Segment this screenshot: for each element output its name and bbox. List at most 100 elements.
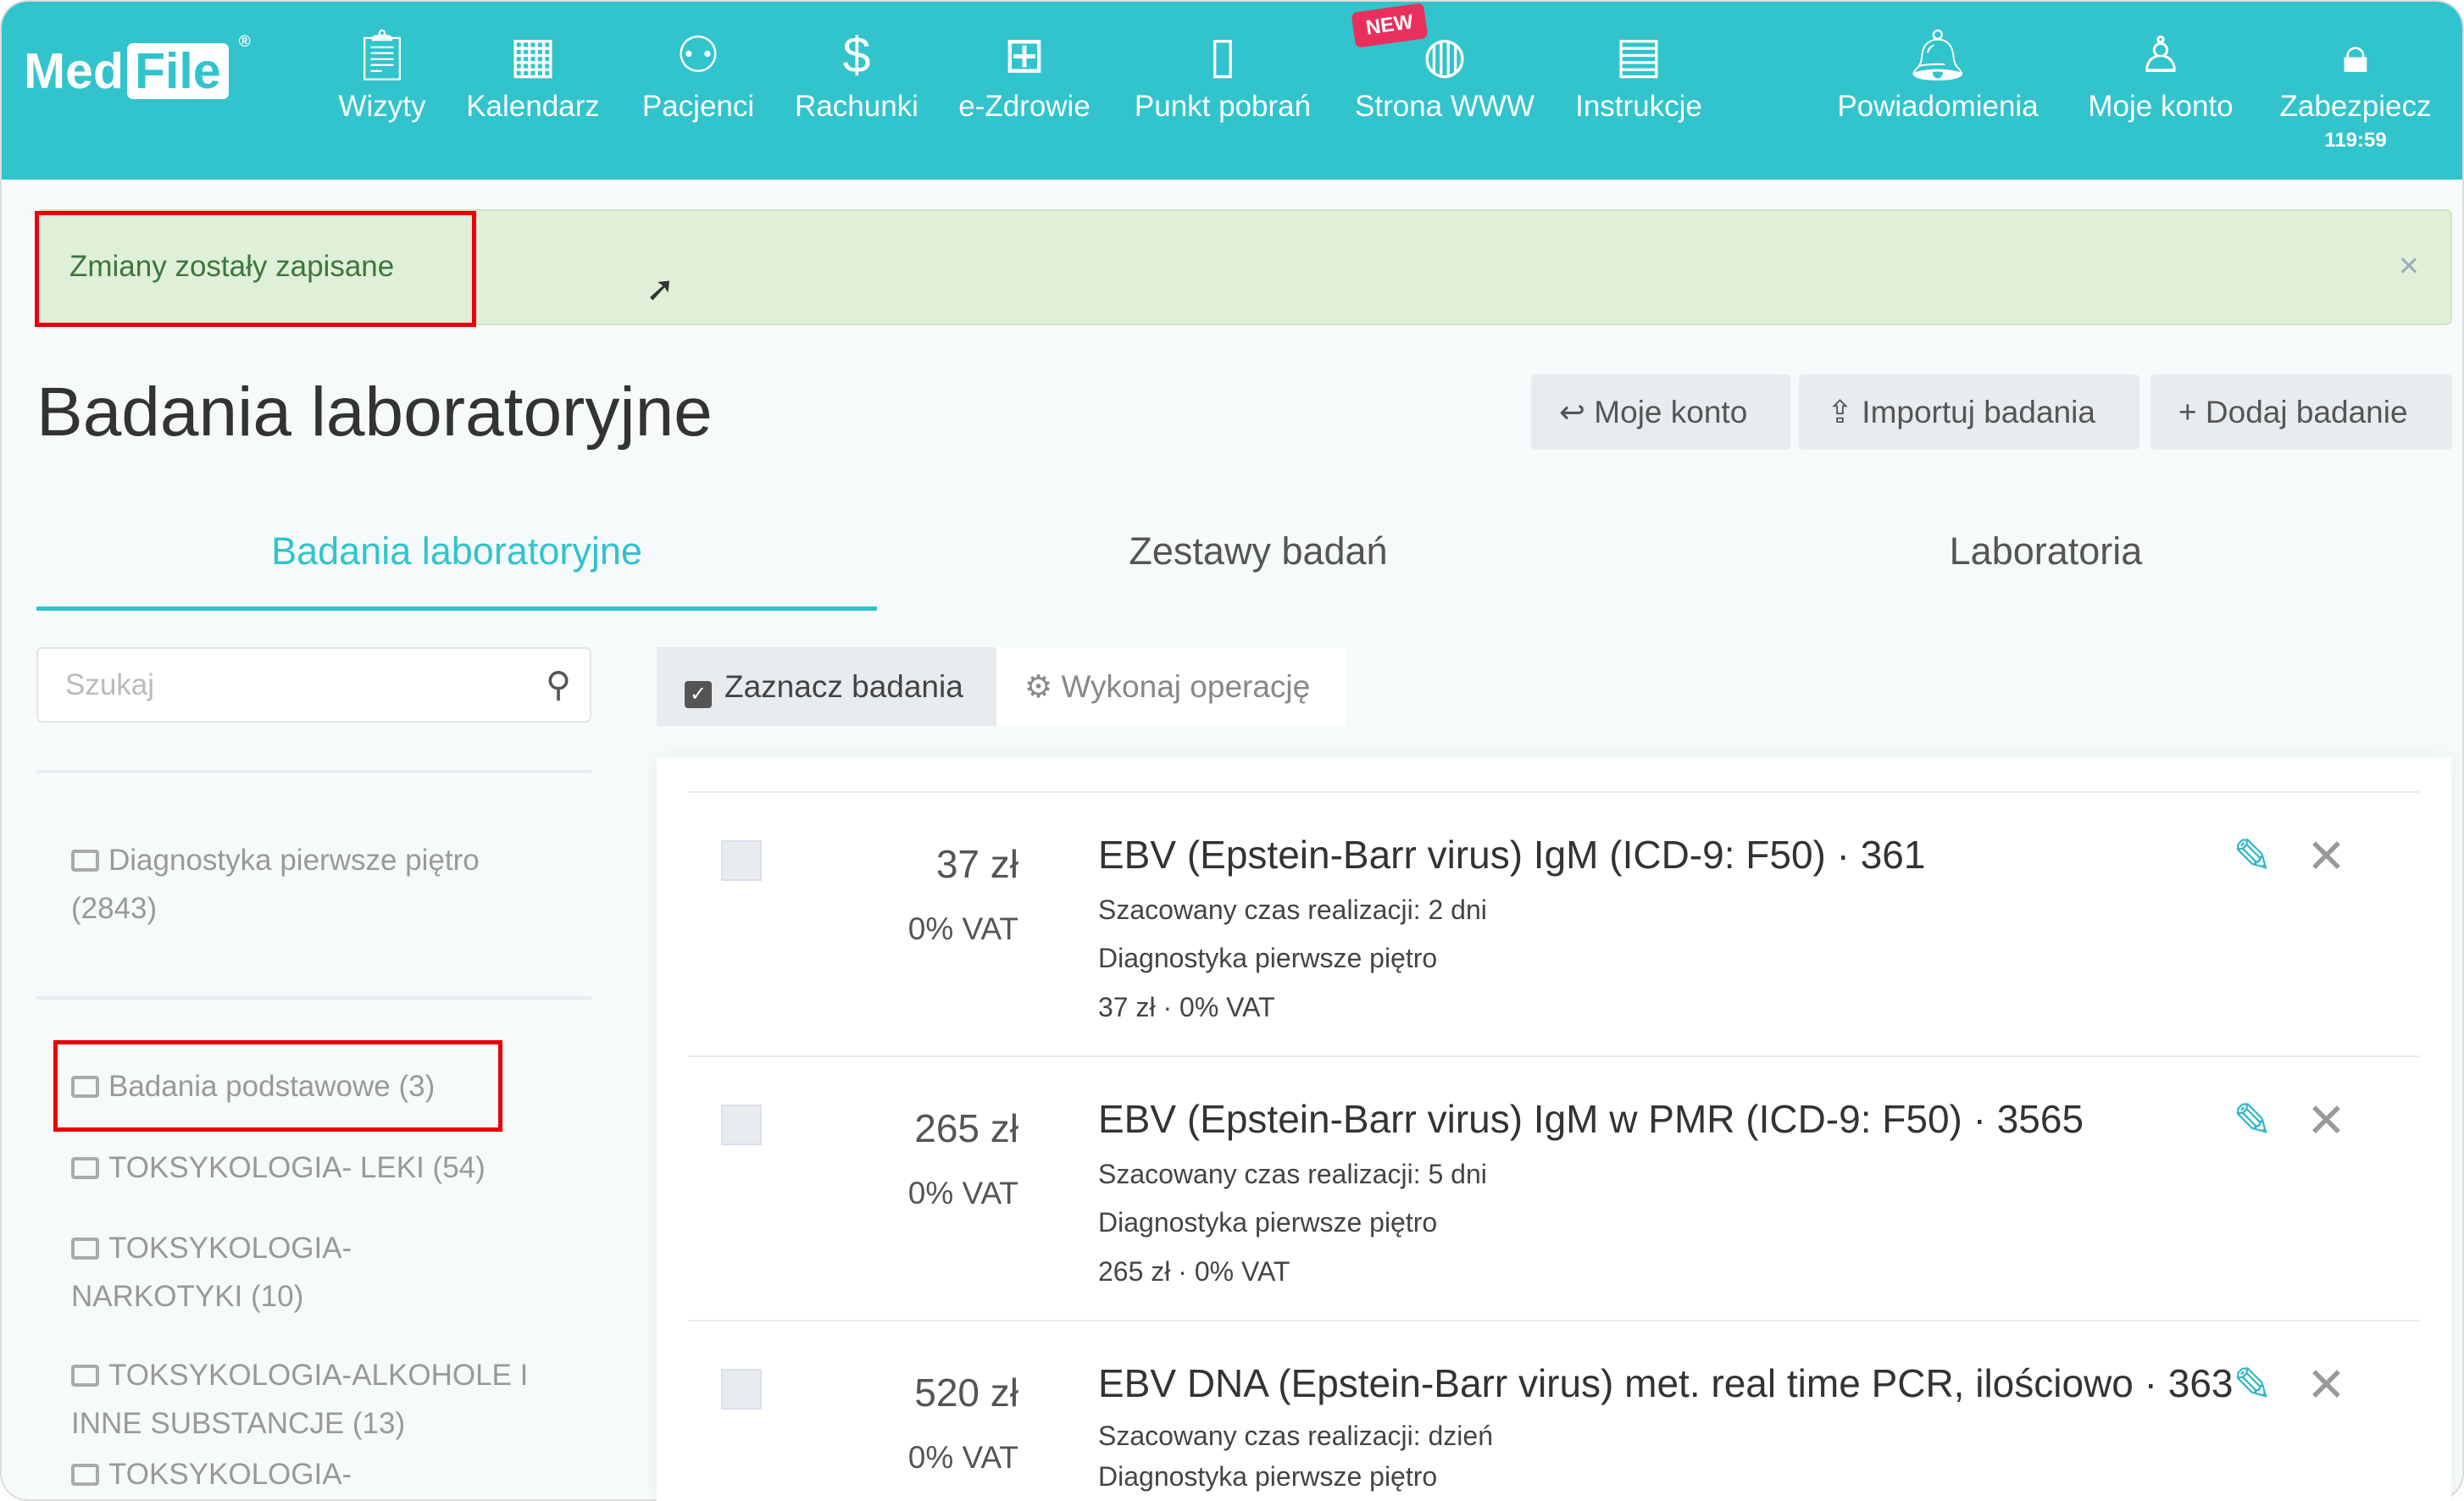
highlight-box [53, 1040, 502, 1132]
tab-lab-tests[interactable]: Badania laboratoryjne [36, 529, 877, 573]
nav-label: Powiadomienia [1837, 90, 2039, 123]
nav-moje-konto[interactable]: ♙ Moje konto [2088, 20, 2233, 124]
delete-icon[interactable]: ✕ [2306, 1359, 2346, 1411]
perform-operation-button[interactable]: ⚙ Wykonaj operację [996, 647, 1346, 726]
test-title[interactable]: EBV DNA (Epstein-Barr virus) met. real t… [1098, 1362, 2234, 1405]
folder-icon [71, 850, 99, 872]
calendar-icon: ▦ [509, 27, 557, 83]
nav-e-zdrowie[interactable]: ⊞ e-Zdrowie [958, 20, 1090, 124]
lock-icon: 🔒︎ [2342, 27, 2369, 83]
test-row: 37 zł 0% VAT EBV (Epstein-Barr virus) Ig… [688, 791, 2420, 1057]
test-vat: 0% VAT [907, 1176, 1018, 1210]
user-icon: ♙ [2138, 27, 2184, 83]
app-window: Med File ® 📋︎ Wizyty ▦ Kalendarz ⚇ Pacjenci $… [0, 0, 2464, 1501]
category-label: TOKSYKOLOGIA- [108, 1458, 352, 1491]
folder-icon [71, 1157, 99, 1179]
test-vat: 0% VAT [907, 911, 1018, 946]
my-account-button[interactable]: ↩ Moje konto [1531, 374, 1790, 450]
category-item[interactable]: TOKSYKOLOGIA-ALKOHOLE I INNE SUBSTANCJE … [71, 1351, 542, 1448]
test-summary: 37 zł · 0% VAT [1098, 992, 1275, 1022]
medfile-logo[interactable]: Med File ® [24, 33, 251, 100]
select-tests-button[interactable]: ✓ Zaznacz badania [657, 647, 996, 726]
nav-rachunki[interactable]: $ Rachunki [795, 20, 918, 124]
dollar-icon: $ [842, 27, 871, 83]
active-tab-indicator [36, 606, 877, 611]
nav-kalendarz[interactable]: ▦ Kalendarz [466, 20, 600, 124]
nav-label: Kalendarz [466, 90, 600, 123]
test-row: 265 zł 0% VAT EBV (Epstein-Barr virus) I… [688, 1055, 2420, 1321]
session-timer: 119:59 [2324, 129, 2387, 152]
divider [36, 996, 591, 1000]
add-test-button[interactable]: + Dodaj badanie [2150, 374, 2452, 450]
test-summary: 265 zł · 0% VAT [1098, 1256, 1290, 1287]
back-arrow-icon: ↩ [1559, 395, 1595, 429]
category-label: Diagnostyka pierwsze piętro (2843) [71, 844, 480, 925]
folder-icon [71, 1238, 99, 1260]
plus-icon: + [2178, 395, 2206, 429]
search-icon[interactable]: ⚲ [546, 664, 571, 705]
test-title[interactable]: EBV (Epstein-Barr virus) IgM w PMR (ICD-… [1098, 1098, 2084, 1141]
nav-wizyty[interactable]: 📋︎ Wizyty [338, 20, 425, 124]
tab-test-sets[interactable]: Zestawy badań [877, 529, 1640, 573]
folder-icon [71, 1464, 99, 1486]
category-item[interactable]: TOKSYKOLOGIA- [71, 1450, 558, 1498]
nav-punkt-pobran[interactable]: ▯ Punkt pobrań [1135, 20, 1311, 124]
category-item[interactable]: TOKSYKOLOGIA- NARKOTYKI (10) [71, 1224, 386, 1321]
mouse-cursor-icon: ➚ [646, 269, 675, 308]
button-label: Wykonaj operację [1061, 669, 1311, 704]
clipboard-icon: 📋︎ [350, 27, 414, 83]
delete-icon[interactable]: ✕ [2306, 1094, 2346, 1147]
nav-label: Wizyty [338, 90, 426, 123]
gear-icon: ⚙ [1024, 669, 1062, 704]
divider [36, 770, 591, 773]
nav-label: Zabezpiecz [2279, 90, 2432, 123]
nav-powiadomienia[interactable]: 🔔︎ Powiadomienia [1837, 20, 2038, 124]
nav-label: Instrukcje [1575, 90, 1702, 123]
category-item[interactable]: Diagnostyka pierwsze piętro (2843) [71, 836, 558, 933]
test-time: Szacowany czas realizacji: 5 dni [1098, 1159, 1487, 1189]
nav-label: e-Zdrowie [958, 90, 1090, 123]
pencil-icon[interactable]: ✎ [2233, 1359, 2273, 1411]
nav-instrukcje[interactable]: ▤ Instrukcje [1575, 20, 1702, 124]
test-time: Szacowany czas realizacji: 2 dni [1098, 895, 1487, 925]
nav-zabezpiecz[interactable]: 🔒︎ Zabezpiecz 119:59 [2280, 20, 2432, 152]
page-title: Badania laboratoryjne [36, 374, 713, 451]
button-label: Dodaj badanie [2205, 395, 2408, 429]
test-location: Diagnostyka pierwsze piętro [1098, 943, 1438, 973]
tab-laboratories[interactable]: Laboratoria [1640, 529, 2452, 573]
delete-icon[interactable]: ✕ [2306, 830, 2346, 883]
nav-label: Strona WWW [1355, 90, 1534, 123]
bell-icon: 🔔︎ [1906, 27, 1970, 83]
test-price: 37 zł [935, 842, 1018, 886]
test-row: 520 zł 0% VAT EBV DNA (Epstein-Barr viru… [688, 1320, 2420, 1492]
button-label: Moje konto [1594, 395, 1748, 429]
nav-label: Rachunki [795, 90, 918, 123]
category-label: TOKSYKOLOGIA- NARKOTYKI (10) [71, 1232, 352, 1313]
top-navbar: Med File ® 📋︎ Wizyty ▦ Kalendarz ⚇ Pacjenci $… [2, 2, 2462, 180]
pencil-icon[interactable]: ✎ [2233, 1094, 2273, 1147]
tests-list: 37 zł 0% VAT EBV (Epstein-Barr virus) Ig… [657, 757, 2451, 1501]
pencil-icon[interactable]: ✎ [2233, 830, 2273, 883]
test-price: 265 zł [914, 1106, 1018, 1150]
users-icon: ⚇ [675, 27, 721, 83]
document-icon: ▯ [1208, 27, 1237, 83]
search-input[interactable] [64, 667, 524, 703]
test-time: Szacowany czas realizacji: dzień [1098, 1421, 1493, 1451]
search-box: ⚲ [36, 647, 591, 723]
nav-label: Pacjenci [641, 90, 755, 123]
test-location: Diagnostyka pierwsze piętro [1098, 1461, 1438, 1492]
test-title[interactable]: EBV (Epstein-Barr virus) IgM (ICD-9: F50… [1098, 834, 1925, 877]
test-vat: 0% VAT [907, 1440, 1018, 1475]
nav-label: Punkt pobrań [1134, 90, 1312, 123]
medical-cross-icon: ⊞ [1003, 27, 1046, 83]
button-label: Zaznacz badania [724, 669, 963, 704]
category-label: TOKSYKOLOGIA- LEKI (54) [108, 1151, 486, 1184]
category-label: TOKSYKOLOGIA-ALKOHOLE I INNE SUBSTANCJE … [71, 1359, 529, 1440]
close-icon[interactable]: × [2399, 246, 2419, 285]
category-item[interactable]: TOKSYKOLOGIA- LEKI (54) [71, 1144, 558, 1192]
folder-icon [71, 1365, 99, 1387]
nav-pacjenci[interactable]: ⚇ Pacjenci [642, 20, 754, 124]
import-tests-button[interactable]: ⇪ Importuj badania [1799, 374, 2139, 450]
checkbox-checked-icon: ✓ [685, 681, 712, 708]
nav-label: Moje konto [2088, 90, 2234, 123]
